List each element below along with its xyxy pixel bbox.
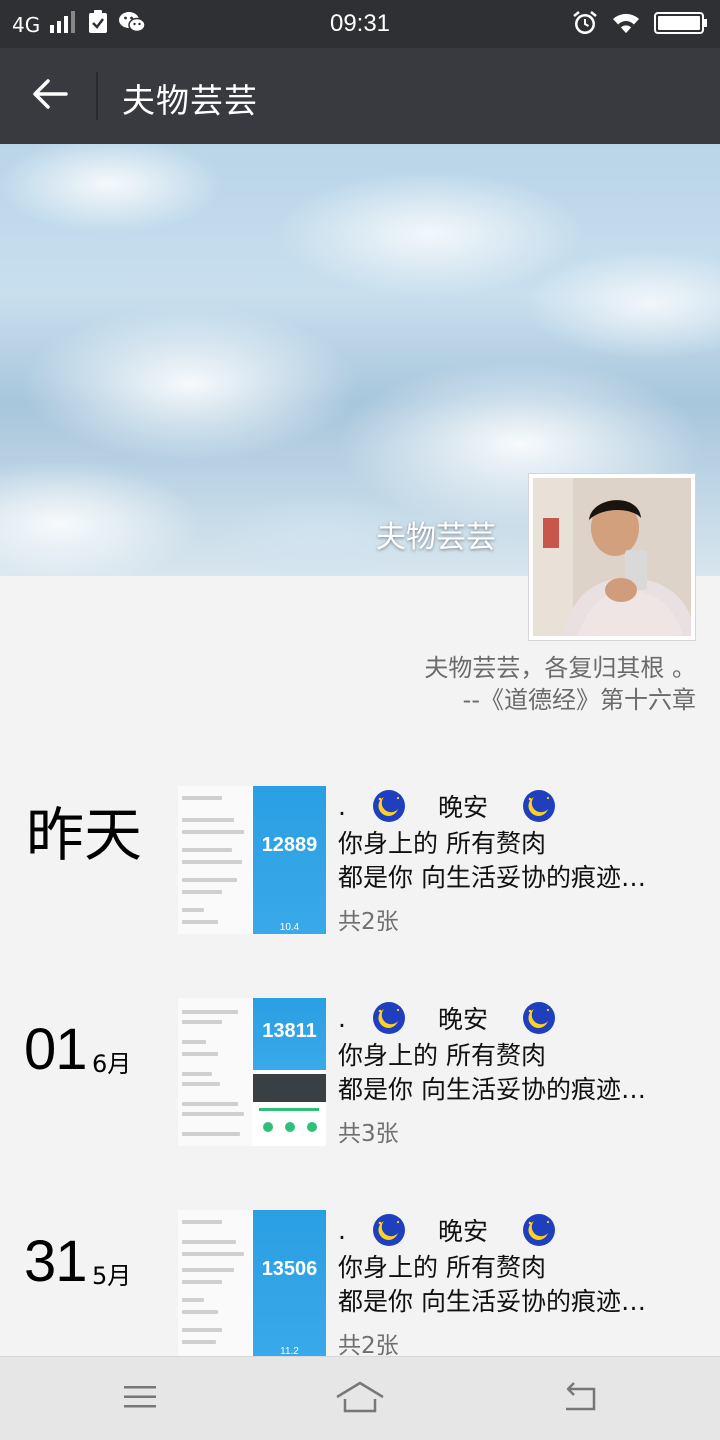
post-text-line-3: 都是你 向生活妥协的痕迹… <box>338 863 646 892</box>
battery-icon <box>654 11 708 39</box>
thumb-small-value: 10.4 <box>279 922 300 933</box>
moon-emoji-icon <box>522 1001 556 1035</box>
title-bar: 夫物芸芸 <box>0 48 720 144</box>
thumb-step-count: 12889 <box>261 834 318 856</box>
title-divider <box>96 72 98 120</box>
alarm-icon <box>572 10 598 40</box>
thumb-left-screenshot <box>178 1210 252 1358</box>
post-text-line-3: 都是你 向生活妥协的痕迹… <box>338 1075 646 1104</box>
home-icon <box>335 1381 385 1417</box>
back-arrow-icon <box>32 78 68 114</box>
post-text-line-2: 你身上的 所有赘肉 <box>338 1253 546 1282</box>
moon-emoji-icon <box>522 789 556 823</box>
back-icon <box>560 1381 600 1417</box>
post-dot: . <box>338 1215 346 1245</box>
date-label: 昨天 <box>26 801 143 869</box>
signature-line-1: 夫物芸芸，各复归其根 。 <box>424 654 696 682</box>
post-text-line-2: 你身上的 所有赘肉 <box>338 1041 546 1070</box>
back-nav-button[interactable] <box>550 1377 610 1421</box>
back-button[interactable] <box>24 70 76 122</box>
thumb-right-screenshot <box>253 1210 326 1358</box>
thumb-step-count: 13506 <box>261 1258 318 1280</box>
post-text-line-2: 你身上的 所有赘肉 <box>338 829 546 858</box>
thumb-right-screenshot-bottom <box>253 1074 326 1146</box>
status-bar: 4G 09:31 <box>0 0 720 48</box>
post-thumbnail[interactable]: 12889 10.4 <box>178 786 326 934</box>
date-day: 31 <box>24 1229 88 1294</box>
photo-count: 共3张 <box>338 1121 399 1147</box>
date-month: 6月 <box>92 1050 132 1078</box>
post-dot: . <box>338 791 346 821</box>
photo-count: 共2张 <box>338 1333 399 1359</box>
post-text-line-1: . 晚安 <box>338 1000 556 1036</box>
post-dot: . <box>338 1003 346 1033</box>
system-nav-bar <box>0 1356 720 1440</box>
post-title-text: 晚安 <box>437 1005 488 1034</box>
moon-emoji-icon <box>372 1213 406 1247</box>
thumb-left-screenshot <box>178 786 252 934</box>
post-thumbnail[interactable]: 13811 <box>178 998 326 1146</box>
list-item[interactable]: 昨天 12889 10.4 . 晚安 你身上的 所有赘肉 都是你 向生活妥协的痕… <box>0 786 720 936</box>
thumb-step-count: 13811 <box>262 1020 317 1042</box>
date-month: 5月 <box>92 1262 132 1290</box>
cover-username: 夫物芸芸 <box>376 520 496 555</box>
signature-line-2: --《道德经》第十六章 <box>462 686 696 714</box>
status-right <box>572 10 708 40</box>
moon-emoji-icon <box>372 789 406 823</box>
moon-emoji-icon <box>372 1001 406 1035</box>
thumb-right-screenshot <box>253 786 326 934</box>
photo-count: 共2张 <box>338 909 399 935</box>
date-day: 01 <box>24 1017 88 1082</box>
post-text-line-1: . 晚安 <box>338 1212 556 1248</box>
avatar-photo <box>533 478 691 636</box>
page-title: 夫物芸芸 <box>122 81 258 120</box>
signature: 夫物芸芸，各复归其根 。 --《道德经》第十六章 <box>424 652 696 716</box>
moon-emoji-icon <box>522 1213 556 1247</box>
post-title-text: 晚安 <box>437 1217 488 1246</box>
list-item[interactable]: 31 5月 13506 11.2 . 晚安 你身上的 所有赘肉 都是你 向生活妥… <box>0 1210 720 1360</box>
avatar[interactable] <box>528 473 696 641</box>
post-text-line-1: . 晚安 <box>338 788 556 824</box>
post-thumbnail[interactable]: 13506 11.2 <box>178 1210 326 1358</box>
thumb-left-screenshot <box>178 998 252 1146</box>
menu-button[interactable] <box>110 1377 170 1421</box>
wifi-icon <box>612 12 640 38</box>
list-item[interactable]: 01 6月 13811 . 晚安 你身上的 所有赘肉 都是你 向生活妥协的痕迹…… <box>0 998 720 1148</box>
home-button[interactable] <box>330 1377 390 1421</box>
post-title-text: 晚安 <box>437 793 488 822</box>
post-text-line-3: 都是你 向生活妥协的痕迹… <box>338 1287 646 1316</box>
menu-icon <box>122 1383 158 1415</box>
